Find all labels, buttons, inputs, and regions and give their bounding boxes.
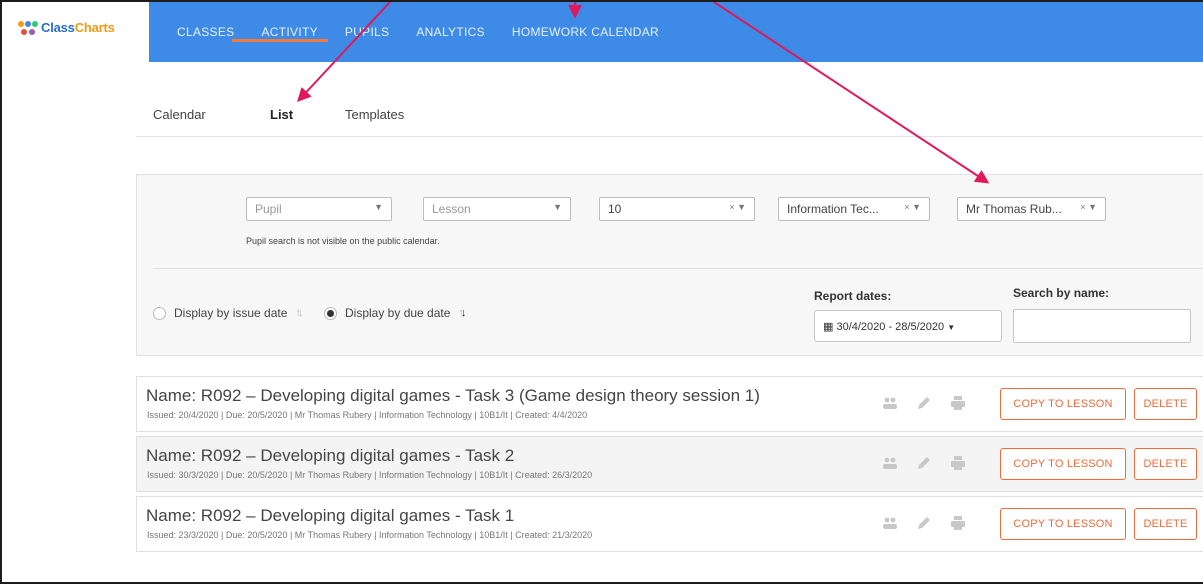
group-icon[interactable] — [882, 395, 898, 411]
search-by-name-input[interactable] — [1013, 309, 1191, 343]
edit-pencil-icon[interactable] — [916, 455, 932, 471]
chevron-down-icon: ▼ — [374, 202, 383, 212]
pupil-search-hint: Pupil search is not visible on the publi… — [246, 236, 440, 246]
display-issue-label: Display by issue date — [174, 306, 288, 320]
copy-to-lesson-button[interactable]: COPY TO LESSON — [1000, 508, 1126, 540]
nav-activity[interactable]: ACTIVITY — [261, 25, 317, 39]
homework-title: Name: R092 – Developing digital games - … — [146, 506, 515, 525]
subject-value: Information Tec... — [787, 202, 879, 216]
homework-row[interactable]: Name: R092 – Developing digital games - … — [136, 376, 1203, 432]
group-icon[interactable] — [882, 455, 898, 471]
calendar-icon: ▦ — [823, 321, 834, 333]
delete-button[interactable]: DELETE — [1134, 508, 1197, 540]
classcharts-logo[interactable]: ClassCharts — [2, 2, 149, 62]
tab-list[interactable]: List — [270, 107, 293, 137]
app-frame: ClassCharts CLASSES ACTIVITY PUPILS ANAL… — [0, 0, 1203, 584]
print-icon[interactable] — [950, 395, 966, 411]
nav-analytics[interactable]: ANALYTICS — [416, 25, 485, 39]
group-icon[interactable] — [882, 515, 898, 531]
pupil-select[interactable]: Pupil ▼ — [246, 197, 392, 221]
edit-pencil-icon[interactable] — [916, 515, 932, 531]
copy-to-lesson-button[interactable]: COPY TO LESSON — [1000, 388, 1126, 420]
radio-issue-icon — [153, 306, 166, 320]
year-select[interactable]: 10 × ▼ — [599, 197, 755, 221]
chevron-down-icon: ▼ — [947, 323, 956, 332]
print-icon[interactable] — [950, 515, 966, 531]
report-dates-label: Report dates: — [814, 289, 892, 303]
logo-text: ClassCharts — [41, 20, 115, 35]
homework-row[interactable]: Name: R092 – Developing digital games - … — [136, 496, 1203, 552]
lesson-select[interactable]: Lesson ▼ — [423, 197, 571, 221]
homework-title: Name: R092 – Developing digital games - … — [146, 446, 515, 465]
homework-row[interactable]: Name: R092 – Developing digital games - … — [136, 436, 1203, 492]
homework-meta: Issued: 23/3/2020 | Due: 20/5/2020 | Mr … — [147, 530, 593, 540]
filter-divider — [153, 268, 1203, 269]
nav-homework-calendar[interactable]: HOMEWORK CALENDAR — [512, 25, 659, 39]
clear-chevron-icon[interactable]: × ▼ — [729, 202, 746, 212]
nav-pupils[interactable]: PUPILS — [345, 25, 390, 39]
display-by-due-radio[interactable]: Display by due date ↑↓ — [324, 306, 466, 320]
display-by-issue-radio[interactable]: Display by issue date ↑↓ — [153, 306, 303, 320]
top-bar: ClassCharts CLASSES ACTIVITY PUPILS ANAL… — [2, 2, 1203, 62]
pupil-placeholder: Pupil — [255, 202, 282, 216]
clear-chevron-icon[interactable]: × ▼ — [1080, 202, 1097, 212]
print-icon[interactable] — [950, 455, 966, 471]
subject-select[interactable]: Information Tec... × ▼ — [778, 197, 930, 221]
homework-meta: Issued: 30/3/2020 | Due: 20/5/2020 | Mr … — [147, 470, 593, 480]
date-range-value: 30/4/2020 - 28/5/2020 — [836, 321, 945, 333]
delete-button[interactable]: DELETE — [1134, 448, 1197, 480]
sort-arrows-icon[interactable]: ↑↓ — [458, 307, 466, 319]
filter-panel: Pupil ▼ Lesson ▼ 10 × ▼ Information Tec.… — [136, 174, 1203, 356]
active-tab-indicator — [232, 39, 328, 42]
logo-figures-icon — [18, 21, 38, 37]
main-nav: CLASSES ACTIVITY PUPILS ANALYTICS HOMEWO… — [149, 2, 1203, 62]
delete-button[interactable]: DELETE — [1134, 388, 1197, 420]
sort-arrows-icon[interactable]: ↑↓ — [295, 307, 303, 319]
copy-to-lesson-button[interactable]: COPY TO LESSON — [1000, 448, 1126, 480]
homework-meta: Issued: 20/4/2020 | Due: 20/5/2020 | Mr … — [147, 410, 588, 420]
lesson-placeholder: Lesson — [432, 202, 471, 216]
radio-due-icon — [324, 306, 337, 320]
teacher-select[interactable]: Mr Thomas Rub... × ▼ — [957, 197, 1106, 221]
nav-classes[interactable]: CLASSES — [177, 25, 234, 39]
tab-calendar[interactable]: Calendar — [153, 107, 206, 137]
search-by-name-label: Search by name: — [1013, 286, 1110, 300]
tab-templates[interactable]: Templates — [345, 107, 404, 137]
clear-chevron-icon[interactable]: × ▼ — [904, 202, 921, 212]
edit-pencil-icon[interactable] — [916, 395, 932, 411]
report-date-range[interactable]: ▦ 30/4/2020 - 28/5/2020 ▼ — [814, 310, 1002, 342]
year-value: 10 — [608, 202, 622, 216]
chevron-down-icon: ▼ — [553, 202, 562, 212]
view-tabs: Calendar List Templates — [136, 97, 1203, 137]
display-due-label: Display by due date — [345, 306, 451, 320]
homework-title: Name: R092 – Developing digital games - … — [146, 386, 760, 405]
teacher-value: Mr Thomas Rub... — [966, 202, 1062, 216]
